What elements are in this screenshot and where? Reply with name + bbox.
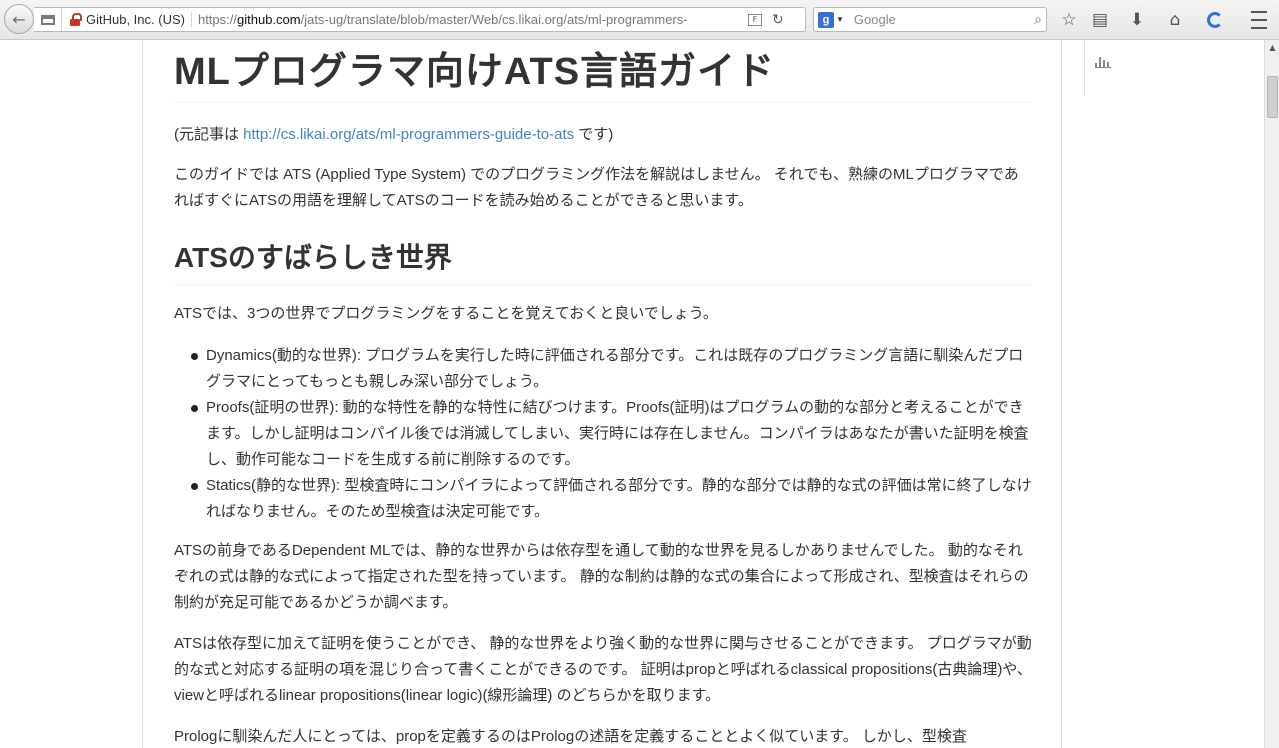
reader-view-icon[interactable]: 𝖥 [747, 13, 762, 26]
graph-icon[interactable] [1095, 54, 1111, 68]
page-title: MLプログラマ向けATS言語ガイド [174, 50, 1032, 103]
download-icon[interactable]: ⬇ [1125, 8, 1149, 32]
sidebar-divider [1084, 40, 1085, 96]
source-link[interactable]: http://cs.likai.org/ats/ml-programmers-g… [243, 126, 574, 143]
home-icon[interactable]: ⌂ [1163, 8, 1187, 32]
google-engine-icon[interactable]: g [818, 11, 834, 28]
scroll-up-arrow-icon[interactable]: ▲ [1265, 40, 1279, 54]
source-prefix: (元記事は [174, 126, 244, 143]
reload-icon[interactable]: ↻ [772, 12, 784, 28]
page-viewport: MLプログラマ向けATS言語ガイド (元記事は http://cs.likai.… [0, 40, 1264, 748]
section-heading: ATSのすばらしき世界 [174, 240, 1032, 285]
url-text[interactable]: https://github.com/jats-ug/translate/blo… [198, 12, 744, 27]
tab-groups-icon[interactable] [34, 8, 62, 31]
url-domain: github.com [237, 12, 301, 27]
intro-paragraph: このガイドでは ATS (Applied Type System) でのプログラ… [174, 166, 1019, 209]
search-icon[interactable]: ⌕ [1034, 11, 1042, 28]
dependent-ml-paragraph: ATSの前身であるDependent MLでは、静的な世界からは依存型を通して動… [174, 542, 1029, 611]
arrow-left-icon: ← [12, 9, 26, 29]
scroll-thumb[interactable] [1267, 76, 1278, 118]
site-identity[interactable]: GitHub, Inc. (US) [86, 12, 192, 27]
proofs-paragraph: ATSは依存型に加えて証明を使うことができ、 静的な世界をより強く動的な世界に関… [174, 635, 1032, 704]
lock-icon[interactable] [70, 12, 82, 27]
bookmarks-menu-icon[interactable]: ▤ [1088, 8, 1112, 32]
url-path: /jats-ug/translate/blob/master/Web/cs.li… [300, 12, 688, 27]
source-suffix: です) [574, 126, 614, 143]
prolog-paragraph: Prologに馴染んだ人にとっては、propを定義するのはPrologの述語を定… [174, 728, 967, 745]
vertical-scrollbar[interactable]: ▲ [1264, 40, 1279, 748]
list-item: Proofs(証明の世界): 動的な特性を静的な特性に結びつけます。Proofs… [174, 395, 1032, 473]
browser-toolbar: ← GitHub, Inc. (US) https://github.com/j… [0, 0, 1279, 40]
source-note: (元記事は http://cs.likai.org/ats/ml-program… [174, 122, 1032, 148]
worlds-list: Dynamics(動的な世界): プログラムを実行した時に評価される部分です。こ… [174, 343, 1032, 525]
readme-article: MLプログラマ向けATS言語ガイド (元記事は http://cs.likai.… [142, 40, 1062, 748]
bookmark-star-icon[interactable]: ☆ [1057, 8, 1081, 32]
url-bar[interactable]: GitHub, Inc. (US) https://github.com/jat… [34, 7, 806, 32]
chevron-down-icon[interactable]: ▼ [836, 15, 844, 24]
extension-g-icon[interactable] [1203, 8, 1227, 32]
search-input[interactable]: Google [854, 12, 1034, 27]
menu-icon[interactable] [1247, 8, 1271, 32]
section-intro: ATSでは、3つの世界でプログラミングをすることを覚えておくと良いでしょう。 [174, 305, 718, 322]
back-button[interactable]: ← [4, 4, 34, 34]
list-item: Statics(静的な世界): 型検査時にコンパイラによって評価される部分です。… [174, 473, 1032, 525]
list-item: Dynamics(動的な世界): プログラムを実行した時に評価される部分です。こ… [174, 343, 1032, 395]
search-bar[interactable]: g ▼ Google ⌕ [813, 7, 1047, 32]
url-prefix: https:// [197, 12, 237, 27]
